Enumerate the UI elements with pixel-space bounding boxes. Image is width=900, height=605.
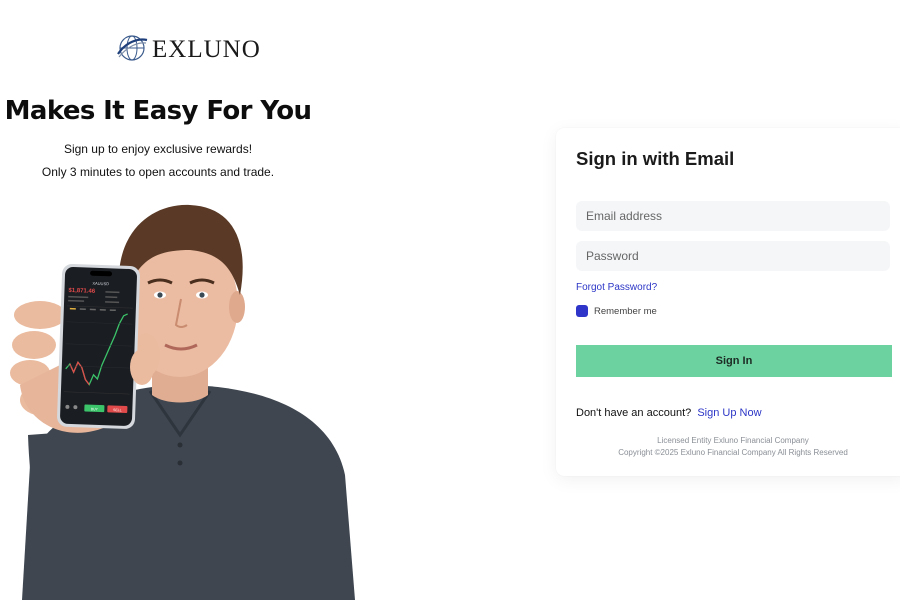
hero-subtitle-2: Only 3 minutes to open accounts and trad… (41, 165, 275, 179)
svg-text:SELL: SELL (113, 408, 122, 412)
hero-subtitle-1: Sign up to enjoy exclusive rewards! (63, 142, 253, 156)
hero-image: XAUUSD $1,871.46 BUY SELL (0, 195, 360, 600)
email-input[interactable] (576, 201, 890, 231)
signin-title: Sign in with Email (576, 148, 735, 169)
remember-me[interactable]: Remember me (576, 305, 657, 317)
signup-prompt: Don't have an account? Sign Up Now (576, 407, 762, 419)
globe-swoosh-icon (117, 35, 148, 61)
remember-me-label: Remember me (594, 305, 657, 317)
forgot-password-link[interactable]: Forgot Password? (576, 282, 657, 293)
svg-text:BUY: BUY (91, 407, 99, 411)
password-input[interactable] (576, 241, 890, 271)
remember-me-checkbox[interactable] (576, 305, 588, 317)
svg-text:XAUUSD: XAUUSD (92, 281, 109, 287)
sign-up-link[interactable]: Sign Up Now (697, 407, 761, 419)
brand-name: EXLUNO (152, 36, 261, 63)
copyright-text: Copyright ©2025 Exluno Financial Company… (618, 448, 848, 457)
svg-text:$1,871.46: $1,871.46 (68, 288, 96, 295)
sign-in-button[interactable]: Sign In (576, 345, 892, 377)
no-account-text: Don't have an account? (576, 407, 692, 419)
signin-card: Sign in with Email Forgot Password? Reme… (556, 128, 900, 476)
hero-headline: Makes It Easy For You (4, 96, 312, 126)
legal-entity-text: Licensed Entity Exluno Financial Company (657, 436, 809, 445)
brand-logo[interactable]: EXLUNO (116, 32, 261, 64)
